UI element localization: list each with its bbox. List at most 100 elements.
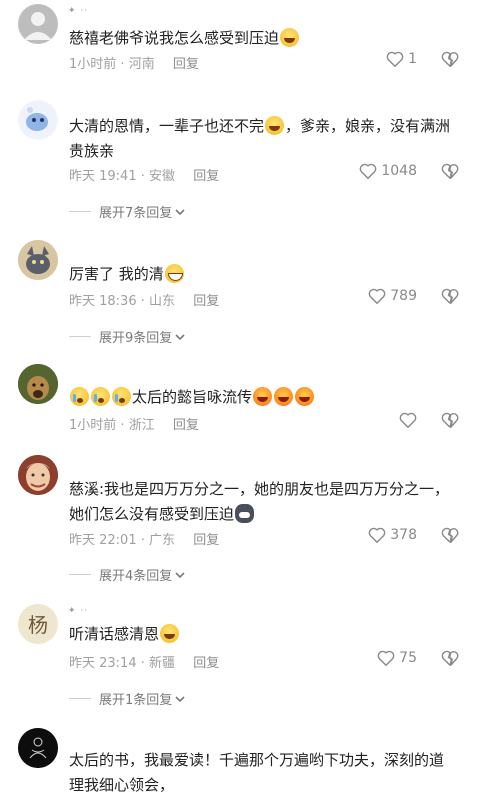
like-count: 378 xyxy=(390,527,417,543)
comment-time: 昨天 18:36 xyxy=(69,294,137,309)
expand-replies-button[interactable]: 展开1条回复 xyxy=(69,689,186,708)
avatar[interactable] xyxy=(18,240,58,280)
laughing-emoji-icon xyxy=(280,28,300,47)
comment-location: 广东 xyxy=(149,533,176,548)
comment-meta: 昨天 18:36 · 山东 回复 xyxy=(69,290,219,309)
dislike-button[interactable] xyxy=(441,163,459,183)
heart-outline-icon xyxy=(368,527,386,543)
comment-time: 1小时前 xyxy=(69,57,117,72)
heart-outline-icon xyxy=(399,412,417,428)
reply-button[interactable]: 回复 xyxy=(193,533,219,548)
like-count: 789 xyxy=(390,288,417,304)
dislike-button[interactable] xyxy=(441,650,459,670)
comment-body: 太后的懿旨咏流传 xyxy=(69,385,454,410)
crying-emoji-icon xyxy=(70,387,89,406)
broken-heart-icon xyxy=(441,412,459,428)
comment-meta: 昨天 23:14 · 新疆 回复 xyxy=(69,652,219,671)
reply-button[interactable]: 回复 xyxy=(173,57,199,72)
comment-time: 昨天 22:01 xyxy=(69,533,137,548)
like-button[interactable] xyxy=(399,412,417,428)
expand-divider xyxy=(69,336,91,337)
dislike-button[interactable] xyxy=(441,527,459,547)
avatar[interactable] xyxy=(18,455,58,495)
comment-location: 浙江 xyxy=(128,418,155,433)
badge-dots: ✦ ·· xyxy=(68,606,89,616)
avatar[interactable] xyxy=(18,364,58,404)
comment-time: 昨天 23:14 xyxy=(69,656,137,671)
dislike-button[interactable] xyxy=(441,412,459,432)
avatar[interactable] xyxy=(18,100,58,140)
comment-body: 大清的恩情，一辈子也还不完 ，爹亲，娘亲，没有满洲贵族亲 xyxy=(69,114,454,164)
comment-body: 太后的书，我最爱读！千遍那个万遍哟下功夫，深刻的道理我细心领会， xyxy=(69,748,454,798)
meta-separator: · xyxy=(140,169,145,184)
reply-button[interactable]: 回复 xyxy=(173,418,199,433)
meta-separator: · xyxy=(140,294,145,309)
comment-location: 新疆 xyxy=(149,656,176,671)
reply-button[interactable]: 回复 xyxy=(193,169,219,184)
avatar[interactable] xyxy=(18,728,58,768)
comment-meta: 1小时前 · 河南 回复 xyxy=(69,53,199,72)
avatar[interactable]: 杨 xyxy=(18,604,58,644)
like-button[interactable]: 1048 xyxy=(359,163,417,179)
expand-replies-label: 展开4条回复 xyxy=(99,569,173,584)
laughing-emoji-icon xyxy=(253,387,273,406)
comment-location: 山东 xyxy=(149,294,176,309)
chevron-down-icon xyxy=(175,695,185,702)
broken-heart-icon xyxy=(441,288,459,304)
like-count: 1 xyxy=(408,51,417,67)
like-button[interactable]: 1 xyxy=(386,51,417,67)
comment-meta: 1小时前 · 浙江 回复 xyxy=(69,414,199,433)
expand-divider xyxy=(69,698,91,699)
comment-text: 厉害了 我的清 xyxy=(69,265,164,283)
reply-button[interactable]: 回复 xyxy=(193,294,219,309)
broken-heart-icon xyxy=(441,527,459,543)
like-button[interactable]: 75 xyxy=(377,650,417,666)
comment-body: 慈溪:我也是四万万分之一，她的朋友也是四万万分之一，她们怎么没有感受到压迫 xyxy=(69,477,454,527)
laughing-emoji-icon xyxy=(274,387,294,406)
broken-heart-icon xyxy=(441,650,459,666)
heart-outline-icon xyxy=(377,650,395,666)
reply-button[interactable]: 回复 xyxy=(193,656,219,671)
comment-text: 太后的懿旨咏流传 xyxy=(132,388,253,406)
comment-body: 听清话感清恩 xyxy=(69,622,454,647)
broken-heart-icon xyxy=(441,51,459,68)
like-button[interactable]: 378 xyxy=(368,527,417,543)
chevron-down-icon xyxy=(175,333,185,340)
expand-replies-button[interactable]: 展开4条回复 xyxy=(69,565,186,584)
svg-text:杨: 杨 xyxy=(28,613,48,637)
comment-text: 慈溪:我也是四万万分之一，她的朋友也是四万万分之一，她们怎么没有感受到压迫 xyxy=(69,480,450,523)
comment-text: 太后的书，我最爱读！千遍那个万遍哟下功夫，深刻的道理我细心领会， xyxy=(69,751,445,794)
meta-separator: · xyxy=(140,533,145,548)
dislike-button[interactable] xyxy=(441,288,459,308)
meta-separator: · xyxy=(120,57,125,72)
expand-replies-button[interactable]: 展开9条回复 xyxy=(69,327,186,346)
heart-outline-icon xyxy=(368,288,386,304)
expand-replies-label: 展开7条回复 xyxy=(99,206,173,221)
meta-separator: · xyxy=(120,418,125,433)
chevron-down-icon xyxy=(175,208,185,215)
expand-replies-button[interactable]: 展开7条回复 xyxy=(69,202,186,221)
like-button[interactable]: 789 xyxy=(368,288,417,304)
comment-text: 慈禧老佛爷说我怎么感受到压迫 xyxy=(69,29,280,47)
broken-heart-icon xyxy=(441,163,459,179)
comment-time: 昨天 19:41 xyxy=(69,169,137,184)
comment-text: 大清的恩情，一辈子也还不完 xyxy=(69,117,265,135)
badge-dots: ✦ ·· xyxy=(68,6,89,16)
comment-meta: 昨天 19:41 · 安徽 回复 xyxy=(69,165,219,184)
expand-replies-label: 展开1条回复 xyxy=(99,693,173,708)
laughing-emoji-icon xyxy=(160,624,180,643)
like-count: 75 xyxy=(399,650,417,666)
expand-replies-label: 展开9条回复 xyxy=(99,331,173,346)
comment-location: 河南 xyxy=(128,57,155,72)
crying-emoji-icon xyxy=(112,387,131,406)
comment-location: 安徽 xyxy=(149,169,176,184)
like-count: 1048 xyxy=(381,163,417,179)
dislike-button[interactable] xyxy=(441,51,459,71)
laughing-emoji-icon xyxy=(295,387,315,406)
comment-text: 听清话感清恩 xyxy=(69,625,160,643)
comment-body: 厉害了 我的清 xyxy=(69,262,454,287)
avatar[interactable] xyxy=(18,4,58,44)
expand-divider xyxy=(69,211,91,212)
meta-separator: · xyxy=(140,656,145,671)
comment-meta: 昨天 22:01 · 广东 回复 xyxy=(69,529,219,548)
